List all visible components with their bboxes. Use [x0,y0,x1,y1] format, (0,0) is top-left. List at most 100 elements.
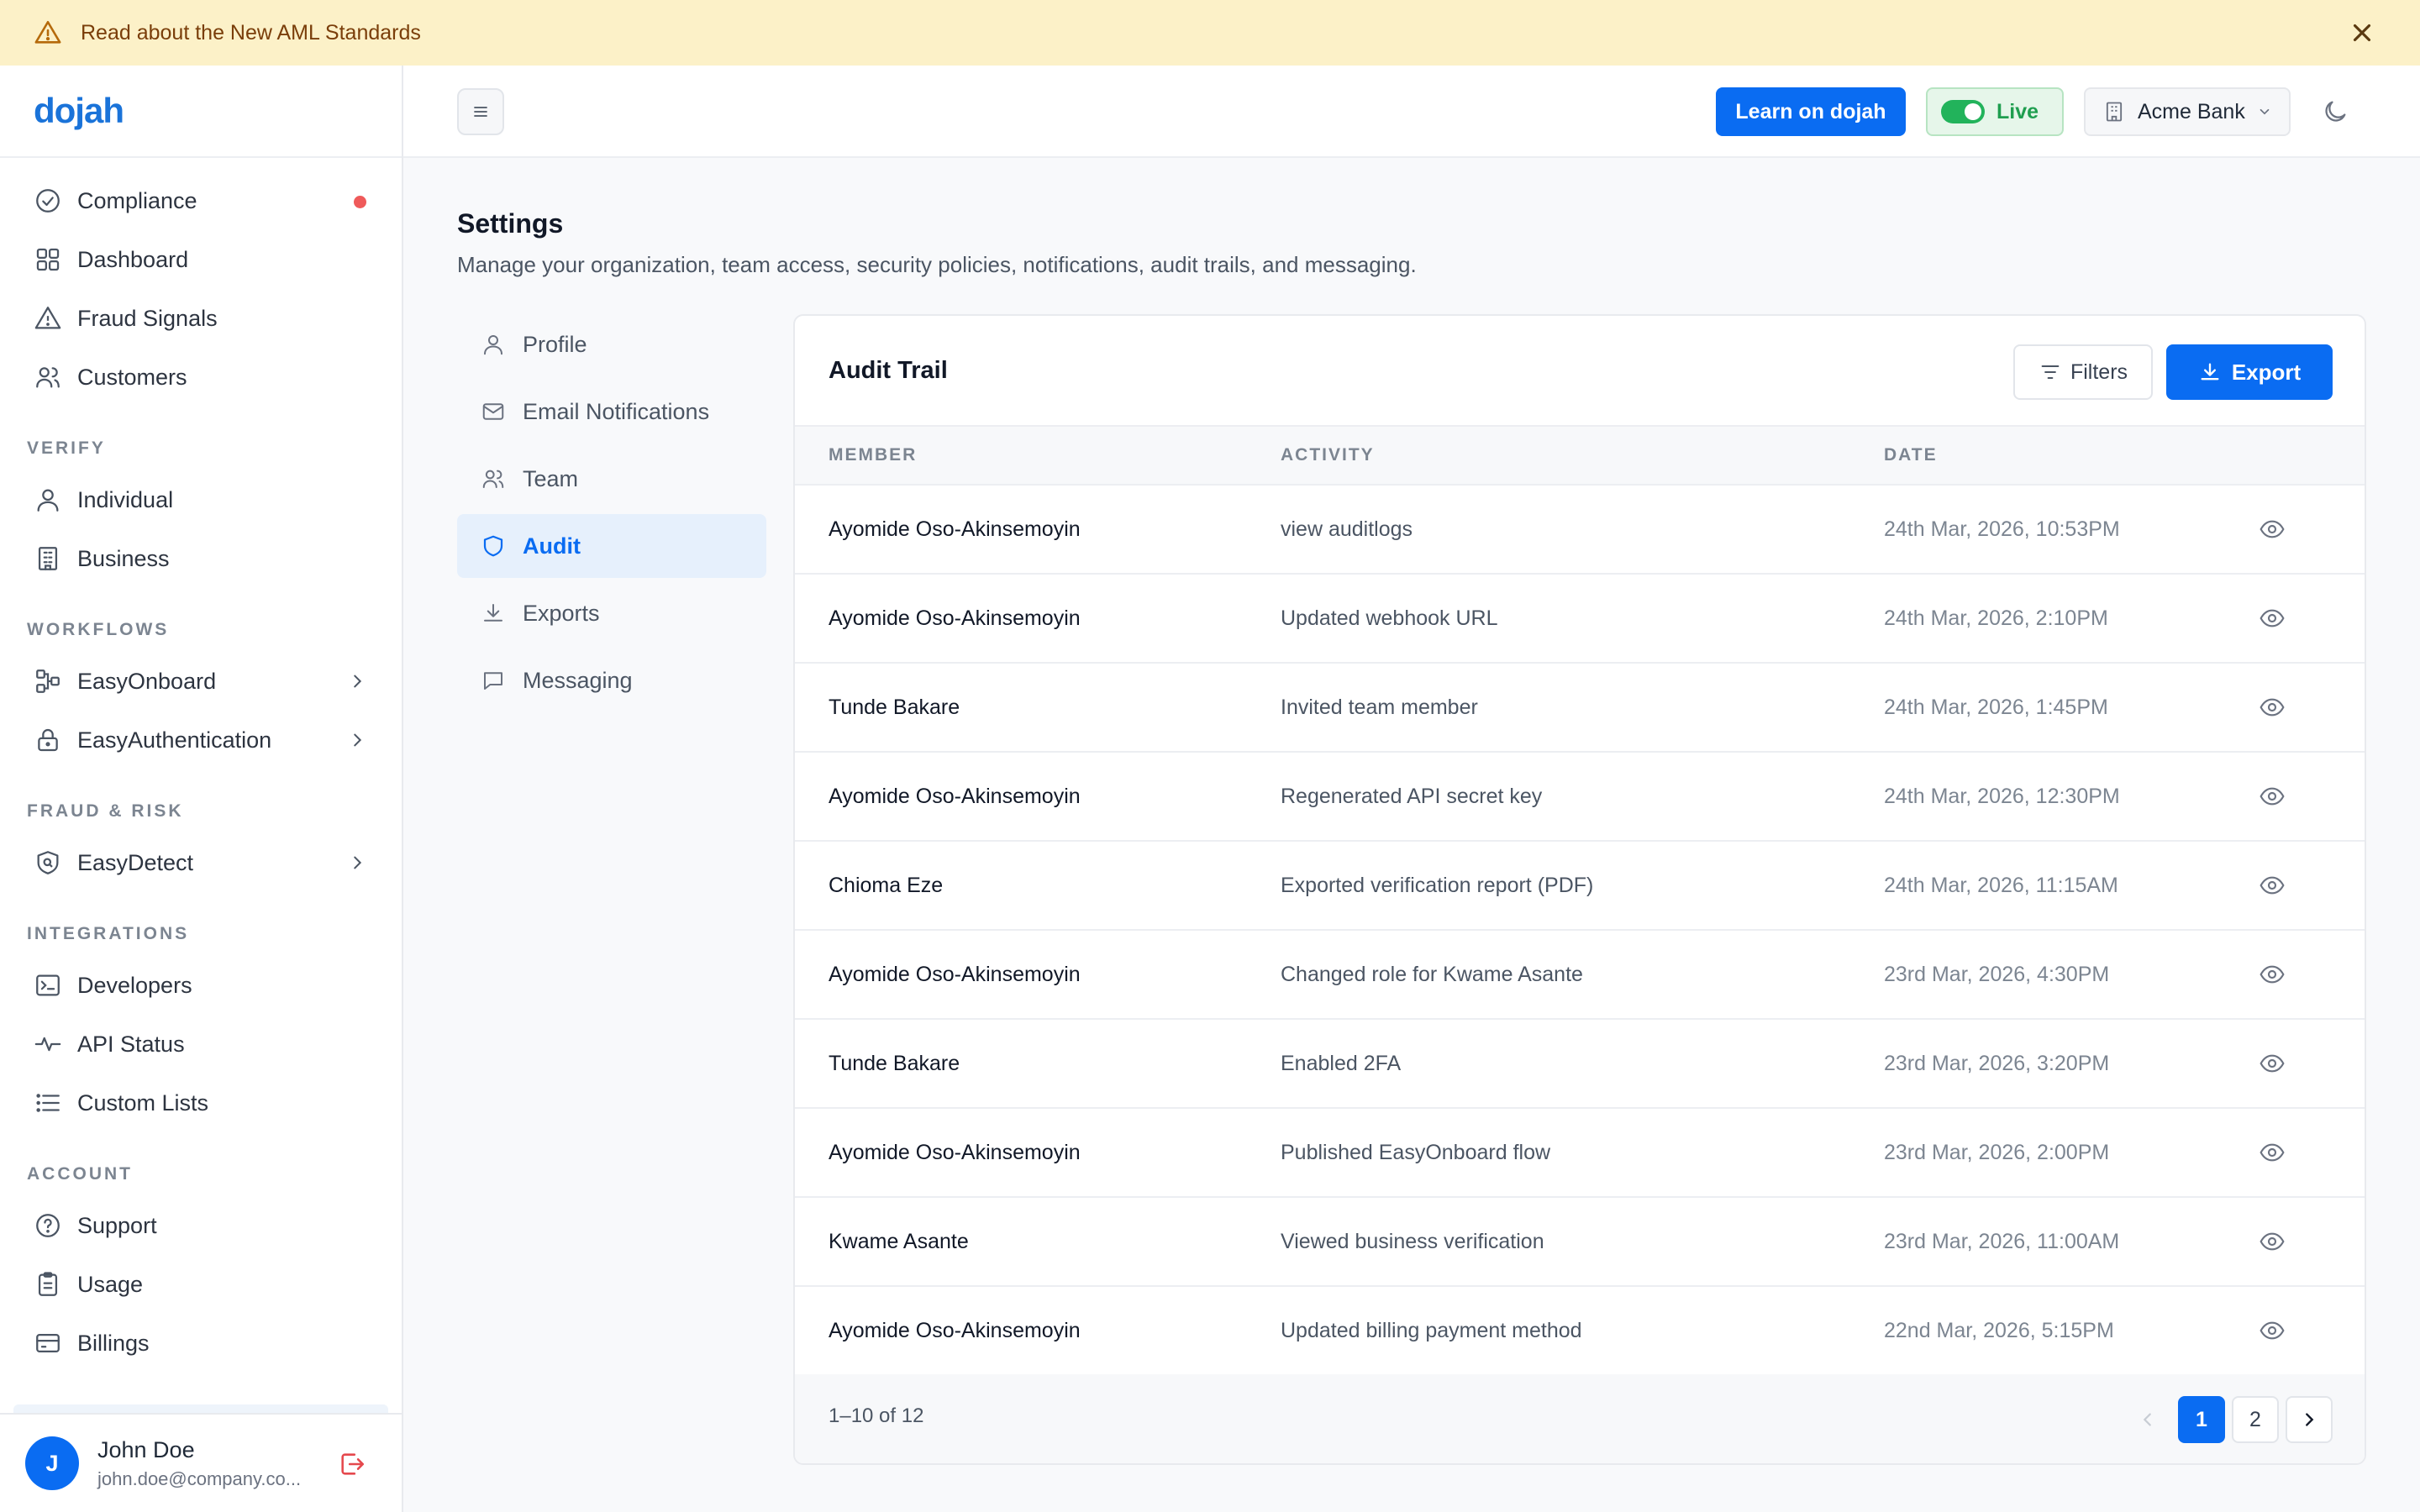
sidebar-item-label: EasyAuthentication [77,727,272,753]
column-header-activity: ACTIVITY [1281,445,1375,465]
page-1-button[interactable]: 1 [2178,1396,2225,1443]
settings-tab-team[interactable]: Team [457,447,766,511]
eye-icon [2260,1143,2285,1162]
settings-tab-profile[interactable]: Profile [457,312,766,376]
pagination-summary: 1–10 of 12 [829,1404,924,1427]
table-row[interactable]: Chioma Eze Exported verification report … [795,842,2365,931]
view-details-button[interactable] [2259,931,2286,1018]
column-header-member: MEMBER [829,445,918,465]
shield-scan-icon [37,851,59,874]
filters-button[interactable]: Filters [2013,344,2153,400]
logout-icon[interactable] [338,1450,366,1478]
view-details-button[interactable] [2259,753,2286,840]
moon-icon[interactable] [2321,97,2349,126]
member-cell: Ayomide Oso-Akinsemoyin [829,962,1081,986]
page-title: Settings [457,208,564,239]
eye-icon [2260,1321,2285,1340]
download-icon [2201,363,2219,381]
sidebar-item-label: Support [77,1212,157,1238]
view-details-button[interactable] [2259,486,2286,573]
table-row[interactable]: Kwame Asante Viewed business verificatio… [795,1198,2365,1287]
sidebar-item-easyonboard[interactable]: EasyOnboard [0,652,402,711]
date-cell: 23rd Mar, 2026, 3:20PM [1884,1051,2110,1075]
sidebar-item-developers[interactable]: Developers [0,956,402,1015]
view-details-button[interactable] [2259,1020,2286,1107]
sidebar: dojah Compliance Dashboard Fraud Signals… [0,66,403,1512]
page-2-button[interactable]: 2 [2232,1396,2279,1443]
shield-icon [483,535,503,557]
previous-page-button[interactable] [2124,1396,2171,1443]
download-icon [484,604,502,622]
table-row[interactable]: Ayomide Oso-Akinsemoyin Regenerated API … [795,753,2365,842]
sidebar-item-api-status[interactable]: API Status [0,1015,402,1074]
eye-icon [2260,520,2285,538]
settings-tab-messaging[interactable]: Messaging [457,648,766,712]
close-icon[interactable] [2348,18,2376,47]
settings-nav: Profile Email Notifications Team Audit E… [457,312,766,716]
member-cell: Ayomide Oso-Akinsemoyin [829,1318,1081,1342]
sidebar-item-easydetect[interactable]: EasyDetect [0,833,402,892]
export-button[interactable]: Export [2166,344,2333,400]
chevron-right-icon [354,733,362,747]
view-details-button[interactable] [2259,1287,2286,1374]
clipboard-icon [38,1272,58,1296]
section-integrations: INTEGRATIONS [27,924,190,943]
next-page-button[interactable] [2286,1396,2333,1443]
settings-tab-audit[interactable]: Audit [457,514,766,578]
sidebar-item-individual[interactable]: Individual [0,470,402,529]
banner-link[interactable]: Read about the New AML Standards [81,21,421,45]
activity-cell: Updated billing payment method [1281,1318,1582,1342]
settings-tab-label: Team [523,465,579,491]
view-details-button[interactable] [2259,1198,2286,1285]
sidebar-item-compliance[interactable]: Compliance [0,171,402,230]
table-row[interactable]: Ayomide Oso-Akinsemoyin Changed role for… [795,931,2365,1020]
eye-icon [2260,787,2285,806]
page-subtitle: Manage your organization, team access, s… [457,252,1417,277]
sidebar-item-dashboard[interactable]: Dashboard [0,230,402,289]
date-cell: 24th Mar, 2026, 10:53PM [1884,517,2120,541]
table-row[interactable]: Ayomide Oso-Akinsemoyin view auditlogs 2… [795,486,2365,575]
menu-toggle-button[interactable] [457,88,504,135]
alert-dot [354,196,366,208]
list-icon [36,1094,60,1112]
live-mode-toggle[interactable]: Live [1926,87,2064,136]
table-row[interactable]: Ayomide Oso-Akinsemoyin Published EasyOn… [795,1109,2365,1198]
filters-label: Filters [2070,360,2128,384]
warning-icon [34,20,61,44]
settings-tab-label: Messaging [523,667,633,693]
sidebar-item-business[interactable]: Business [0,529,402,588]
sidebar-item-support[interactable]: Support [0,1196,402,1255]
user-icon [484,335,502,355]
section-account: ACCOUNT [27,1164,133,1184]
user-profile-card[interactable]: J John Doe john.doe@company.co... [0,1413,402,1512]
table-row[interactable]: Tunde Bakare Enabled 2FA 23rd Mar, 2026,… [795,1020,2365,1109]
settings-tab-email-notifications[interactable]: Email Notifications [457,380,766,444]
section-verify: VERIFY [27,438,106,458]
sidebar-item-fraud-signals[interactable]: Fraud Signals [0,289,402,348]
sidebar-item-customers[interactable]: Customers [0,348,402,407]
view-details-button[interactable] [2259,575,2286,662]
sidebar-item-usage[interactable]: Usage [0,1255,402,1314]
sidebar-item-label: Business [77,545,170,571]
sidebar-nav: Compliance Dashboard Fraud Signals Custo… [0,158,402,1373]
live-label: Live [1996,99,2039,123]
sidebar-item-custom-lists[interactable]: Custom Lists [0,1074,402,1132]
view-details-button[interactable] [2259,842,2286,929]
check-circle-icon [36,189,60,213]
view-details-button[interactable] [2259,664,2286,751]
user-name: John Doe [97,1436,195,1462]
dojah-logo[interactable]: dojah [0,66,402,158]
topbar: Learn on dojah Live Acme Bank [403,66,2420,158]
settings-tab-exports[interactable]: Exports [457,581,766,645]
grid-icon [36,248,60,271]
activity-cell: Regenerated API secret key [1281,784,1543,808]
table-row[interactable]: Ayomide Oso-Akinsemoyin Updated webhook … [795,575,2365,664]
sidebar-item-billings[interactable]: Billings [0,1314,402,1373]
view-details-button[interactable] [2259,1109,2286,1196]
terminal-icon [36,974,60,996]
sidebar-item-easyauthentication[interactable]: EasyAuthentication [0,711,402,769]
organization-selector[interactable]: Acme Bank [2084,87,2291,136]
table-row[interactable]: Ayomide Oso-Akinsemoyin Updated billing … [795,1287,2365,1376]
table-row[interactable]: Tunde Bakare Invited team member 24th Ma… [795,664,2365,753]
learn-on-dojah-button[interactable]: Learn on dojah [1716,87,1906,136]
